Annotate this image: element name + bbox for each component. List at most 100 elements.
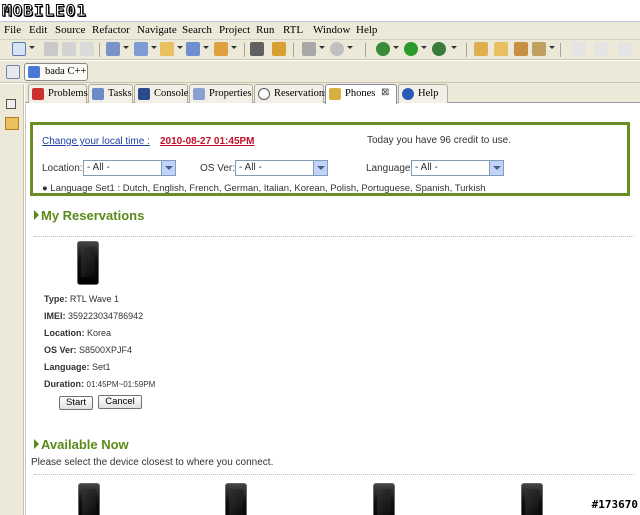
filter-panel: Change your local time : 2010-08-27 01:4… xyxy=(30,122,630,196)
properties-icon xyxy=(193,88,205,100)
available-hint: Please select the device closest to wher… xyxy=(31,457,274,468)
menu-navigate[interactable]: Navigate xyxy=(137,24,177,36)
tab-problems[interactable]: Problems xyxy=(28,84,88,103)
credit-text: Today you have 96 credit to use. xyxy=(367,135,511,146)
reserved-phone-image xyxy=(77,241,99,285)
side-trim xyxy=(0,84,24,515)
menu-window[interactable]: Window xyxy=(313,24,350,36)
debug-icon[interactable] xyxy=(376,42,390,56)
imei-label: IMEI: xyxy=(44,311,66,321)
export-icon[interactable] xyxy=(250,42,264,56)
language-select-value: - All - xyxy=(415,162,438,173)
view-tabs: Problems Tasks Console Properties Reserv… xyxy=(25,83,640,104)
available-phone-2[interactable] xyxy=(225,483,247,515)
search-tool-icon[interactable] xyxy=(514,42,528,56)
tools-icon[interactable] xyxy=(302,42,316,56)
available-phone-4[interactable] xyxy=(521,483,543,515)
menu-search[interactable]: Search xyxy=(182,24,212,36)
perspective-bada-cpp[interactable]: bada C++ xyxy=(24,63,88,81)
tasks-icon xyxy=(92,88,104,100)
open-resource-icon[interactable] xyxy=(494,42,508,56)
open-folder-icon[interactable] xyxy=(160,42,174,56)
target-icon[interactable] xyxy=(330,42,344,56)
location-select[interactable]: - All - xyxy=(83,160,176,176)
menu-file[interactable]: File xyxy=(4,24,21,36)
reservation-imei: IMEI: 359223034786942 xyxy=(44,311,143,321)
problems-icon xyxy=(32,88,44,100)
available-phone-1[interactable] xyxy=(78,483,100,515)
prev-annotation-icon[interactable] xyxy=(572,42,586,56)
tab-properties[interactable]: Properties xyxy=(189,84,253,103)
tab-label: Phones xyxy=(345,88,376,99)
reservations-icon xyxy=(258,88,270,100)
imei-value: 359223034786942 xyxy=(68,311,144,321)
print-icon[interactable] xyxy=(80,42,94,56)
perspective-bar: bada C++ xyxy=(0,61,640,83)
tab-label: Problems xyxy=(48,88,88,99)
tab-label: Help xyxy=(418,88,439,99)
build-icon[interactable] xyxy=(106,42,120,56)
tab-tasks[interactable]: Tasks xyxy=(88,84,133,103)
local-time-value[interactable]: 2010-08-27 01:45PM xyxy=(160,136,255,147)
import-icon[interactable] xyxy=(272,42,286,56)
tab-label: Console xyxy=(154,88,189,99)
osver-info-value: S8500XPJF4 xyxy=(79,345,133,355)
package-explorer-icon[interactable] xyxy=(5,117,19,130)
perspective-label: bada C++ xyxy=(45,66,87,77)
start-button[interactable]: Start xyxy=(59,396,93,410)
show-whitespace-icon[interactable] xyxy=(594,42,608,56)
location-info-label: Location: xyxy=(44,328,85,338)
open-perspective-icon[interactable] xyxy=(6,65,20,79)
reservation-language: Language: Set1 xyxy=(44,362,111,372)
change-time-link[interactable]: Change your local time : xyxy=(42,136,150,147)
menu-project[interactable]: Project xyxy=(219,24,250,36)
next-annotation-icon[interactable] xyxy=(618,42,632,56)
language-label: Language: xyxy=(366,163,414,174)
my-reservations-heading: My Reservations xyxy=(34,208,144,223)
watermark-logo: MOBILE01 xyxy=(1,1,88,21)
reservation-location: Location: Korea xyxy=(44,328,111,338)
cancel-button[interactable]: Cancel xyxy=(98,395,142,409)
new-project-icon[interactable] xyxy=(186,42,200,56)
type-value: RTL Wave 1 xyxy=(69,294,120,304)
language-info-value: Set1 xyxy=(92,362,111,372)
new-class-icon[interactable] xyxy=(134,42,148,56)
duration-value: 01:45PM~01:59PM xyxy=(86,380,156,389)
menu-source[interactable]: Source xyxy=(55,24,86,36)
menu-run[interactable]: Run xyxy=(256,24,274,36)
run-icon[interactable] xyxy=(404,42,418,56)
location-info-value: Korea xyxy=(87,328,112,338)
menu-edit[interactable]: Edit xyxy=(29,24,47,36)
language-info-label: Language: xyxy=(44,362,90,372)
menubar: File Edit Source Refactor Navigate Searc… xyxy=(0,22,640,40)
save-all-icon[interactable] xyxy=(62,42,76,56)
divider xyxy=(34,236,634,237)
tab-label: Properties xyxy=(209,88,252,99)
console-icon xyxy=(138,88,150,100)
osver-select[interactable]: - All - xyxy=(235,160,328,176)
help-icon xyxy=(402,88,414,100)
menu-rtl[interactable]: RTL xyxy=(283,24,303,36)
tab-help[interactable]: Help xyxy=(398,84,448,103)
close-tab-icon[interactable]: ⊠ xyxy=(381,87,389,98)
tab-reservations[interactable]: Reservations xyxy=(254,84,328,103)
menu-help[interactable]: Help xyxy=(356,24,377,36)
new-icon[interactable] xyxy=(12,42,26,56)
chevron-down-icon xyxy=(313,161,327,175)
osver-label: OS Ver: xyxy=(200,163,236,174)
pin-icon[interactable] xyxy=(532,42,546,56)
run-external-icon[interactable] xyxy=(432,42,446,56)
wizard-icon[interactable] xyxy=(214,42,228,56)
reservation-osver: OS Ver: S8500XPJF4 xyxy=(44,345,132,355)
open-type-icon[interactable] xyxy=(474,42,488,56)
watermark-banner: MOBILE01 xyxy=(0,0,640,22)
tab-phones[interactable]: Phones ⊠ xyxy=(325,84,397,104)
osver-info-label: OS Ver: xyxy=(44,345,77,355)
bada-icon xyxy=(28,66,40,78)
save-icon[interactable] xyxy=(44,42,58,56)
tab-console[interactable]: Console xyxy=(134,84,188,103)
menu-refactor[interactable]: Refactor xyxy=(92,24,130,36)
available-phone-3[interactable] xyxy=(373,483,395,515)
language-select[interactable]: - All - xyxy=(411,160,504,176)
restore-icon[interactable] xyxy=(6,99,16,109)
